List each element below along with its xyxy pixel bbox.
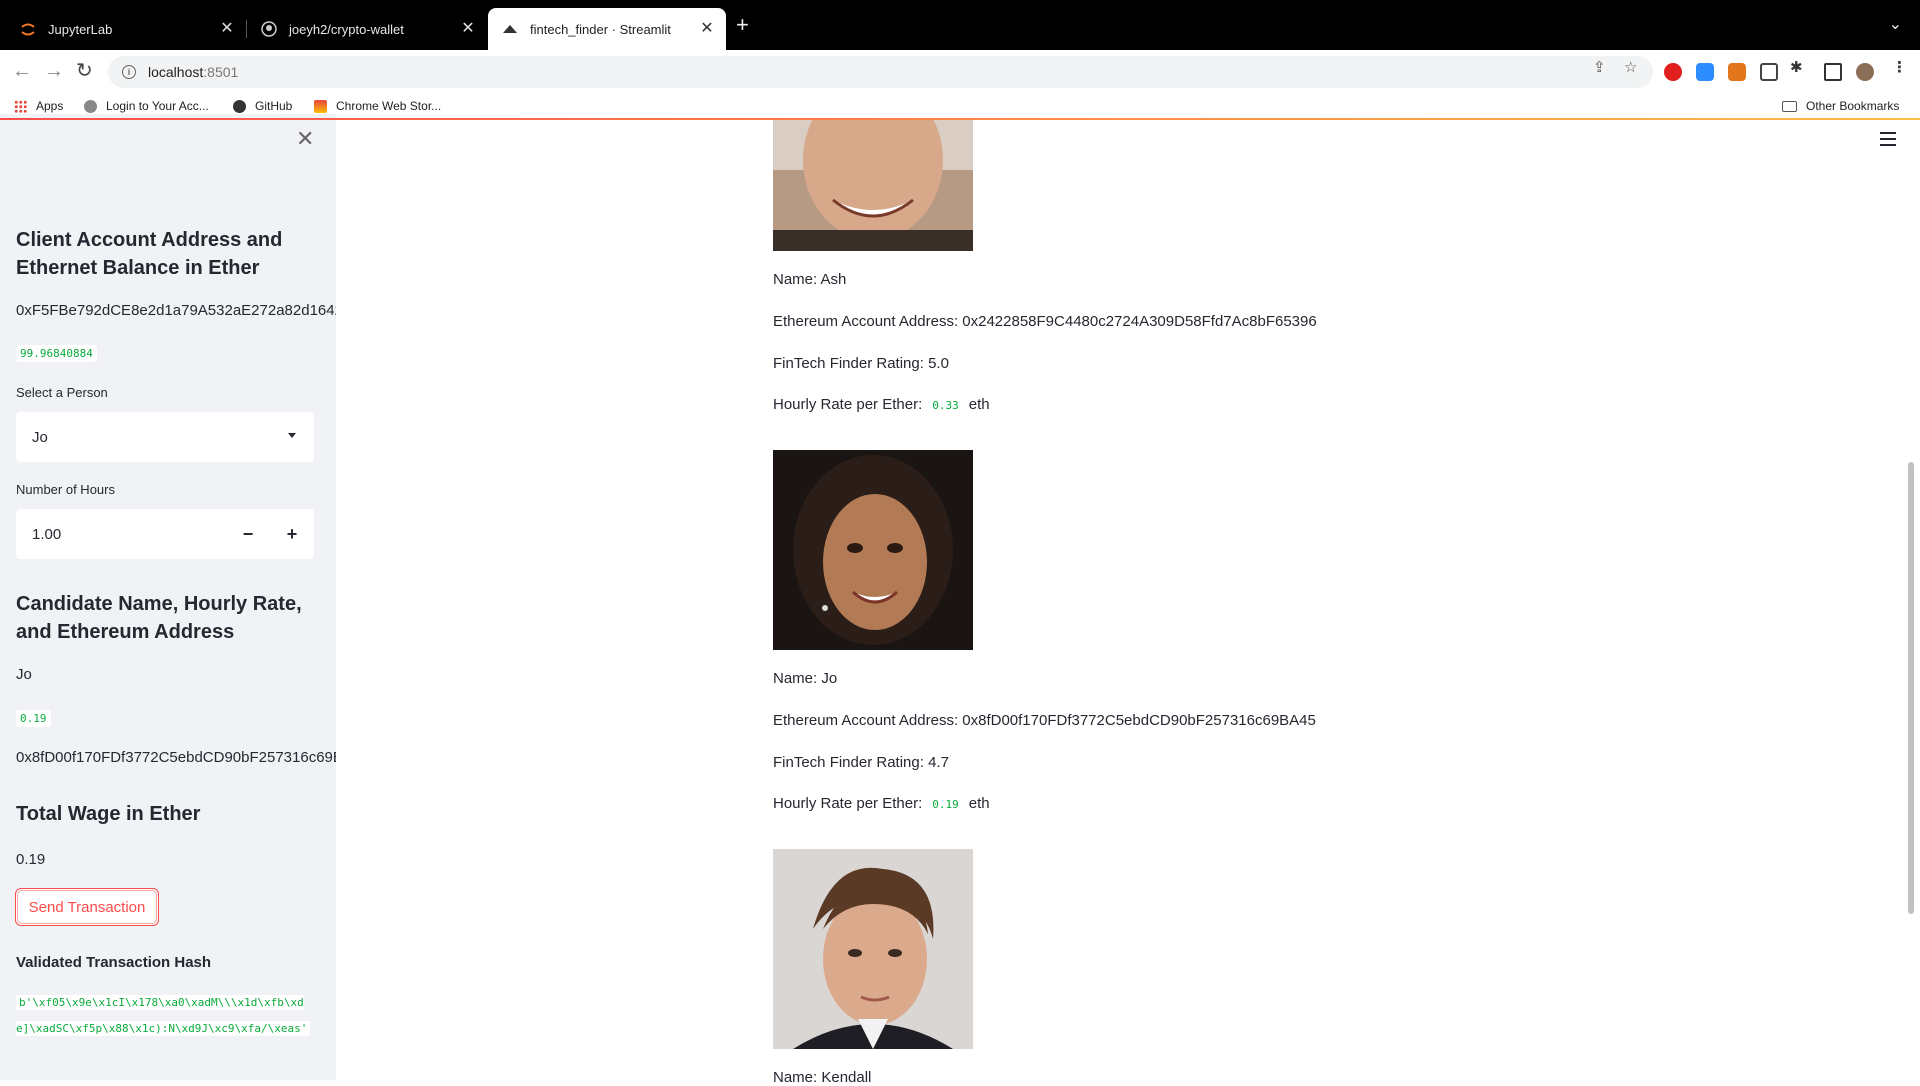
main-content: Name: Ash Ethereum Account Address: 0x24… <box>336 120 1920 1086</box>
send-transaction-button[interactable]: Send Transaction <box>15 888 159 926</box>
github-icon <box>261 21 277 37</box>
streamlit-sidebar: ✕ Client Account Address and Ethernet Ba… <box>0 114 336 1080</box>
candidate-heading: Candidate Name, Hourly Rate, and Ethereu… <box>16 593 302 643</box>
candidate-address-ash: Ethereum Account Address: 0x2422858F9C44… <box>773 313 1317 330</box>
bookmark-label: Other Bookmarks <box>1806 99 1900 113</box>
url-host: localhost <box>148 64 204 80</box>
forward-arrow-icon[interactable]: → <box>44 60 64 82</box>
dropdown-caret-icon <box>288 433 296 438</box>
account-heading: Client Account Address and Ethernet Bala… <box>16 229 283 279</box>
close-tab-icon[interactable]: ✕ <box>698 20 716 38</box>
bookmark-login[interactable]: Login to Your Acc... <box>84 96 209 116</box>
tab-fintech-finder[interactable]: fintech_finder · Streamlit ✕ <box>488 8 726 50</box>
url-port: :8501 <box>203 64 239 80</box>
candidate-address-jo: Ethereum Account Address: 0x8fD00f170FDf… <box>773 712 1316 729</box>
wage-heading: Total Wage in Ether <box>16 803 201 825</box>
balance-value: 99.96840884 <box>16 345 97 362</box>
candidate-rate-jo: Hourly Rate per Ether: 0.19 eth <box>773 795 990 813</box>
transaction-hash: b'\xf05\x9e\x1cI\x178\xa0\xadM\\\x1d\xfb… <box>16 990 316 1042</box>
site-info-icon[interactable]: i <box>122 65 136 79</box>
bookmark-other[interactable]: Other Bookmarks <box>1782 96 1899 116</box>
tab-jupyterlab[interactable]: JupyterLab ✕ <box>6 8 247 50</box>
close-tab-icon[interactable]: ✕ <box>459 20 477 38</box>
page-scrollbar[interactable] <box>1908 462 1914 914</box>
tab-search-chevron-icon[interactable]: ⌄ <box>1889 14 1902 34</box>
candidate-rating-ash: FinTech Finder Rating: 5.0 <box>773 355 949 372</box>
candidate-name: Jo <box>16 666 32 683</box>
candidate-rate-ash: Hourly Rate per Ether: 0.33 eth <box>773 396 990 414</box>
candidate-photo-kendall <box>773 849 973 1049</box>
account-address: 0xF5FBe792dCE8e2d1a79A532aE272a82d16427 <box>16 302 336 319</box>
profile-avatar[interactable] <box>1856 63 1874 81</box>
bookmark-github[interactable]: GitHub <box>233 96 292 116</box>
metamask-fox-icon[interactable] <box>1728 63 1746 81</box>
browser-menu-icon[interactable]: ⋮ <box>1892 58 1907 76</box>
candidate-rate: 0.19 <box>16 710 51 727</box>
wage-value: 0.19 <box>16 851 46 868</box>
bookmark-label: GitHub <box>255 99 293 113</box>
hash-heading: Validated Transaction Hash <box>16 954 212 971</box>
browser-tab-bar: JupyterLab ✕ joeyh2/crypto-wallet ✕ fint… <box>0 0 1920 50</box>
globe-icon <box>84 99 97 113</box>
tab-title: joeyh2/crypto-wallet <box>289 21 404 37</box>
extension-stop-icon[interactable] <box>1664 63 1682 81</box>
close-sidebar-icon[interactable]: ✕ <box>296 126 314 152</box>
bookmark-apps[interactable]: Apps <box>14 96 63 116</box>
bookmark-chrome-web-store[interactable]: Chrome Web Stor... <box>314 96 441 116</box>
bookmark-star-icon[interactable]: ☆ <box>1624 58 1637 76</box>
candidate-name-jo: Name: Jo <box>773 670 838 687</box>
candidate-name-kendall: Name: Kendall <box>773 1069 872 1086</box>
tab-title: fintech_finder · Streamlit <box>530 21 671 37</box>
streamlit-icon <box>502 21 518 37</box>
close-tab-icon[interactable]: ✕ <box>218 20 236 38</box>
tab-title: JupyterLab <box>48 21 113 37</box>
extension-zoom-icon[interactable] <box>1696 63 1714 81</box>
hours-value[interactable]: 1.00 <box>32 526 61 543</box>
person-select[interactable]: Jo <box>16 412 314 462</box>
candidate-rating-jo: FinTech Finder Rating: 4.7 <box>773 754 949 771</box>
increment-button[interactable]: + <box>270 509 314 559</box>
jupyter-icon <box>20 21 36 37</box>
decrement-button[interactable]: − <box>226 509 270 559</box>
selected-person: Jo <box>32 428 48 446</box>
select-person-label: Select a Person <box>16 385 108 400</box>
side-panel-icon[interactable] <box>1824 63 1842 81</box>
hours-number-input[interactable]: 1.00 − + <box>16 509 314 559</box>
candidate-address: 0x8fD00f170FDf3772C5ebdCD90bF257316c69B/ <box>16 749 336 766</box>
extensions-puzzle-icon[interactable]: ✱ <box>1790 58 1803 76</box>
bookmark-label: Apps <box>36 99 64 113</box>
new-tab-button[interactable]: + <box>736 14 749 36</box>
address-bar[interactable]: i localhost:8501 <box>108 56 1653 88</box>
folder-icon <box>1782 100 1797 112</box>
tab-github[interactable]: joeyh2/crypto-wallet ✕ <box>247 8 487 50</box>
github-icon <box>233 99 246 113</box>
reload-icon[interactable]: ↻ <box>76 60 93 82</box>
apps-grid-icon <box>14 99 27 113</box>
bookmark-label: Chrome Web Stor... <box>336 99 442 113</box>
chrome-web-store-icon <box>314 99 327 113</box>
candidate-photo-ash <box>773 120 973 251</box>
rate-value: 0.19 <box>928 796 963 813</box>
share-icon[interactable]: ⇪ <box>1593 58 1606 76</box>
extension-cube-icon[interactable] <box>1760 63 1778 81</box>
streamlit-decoration-bar <box>0 118 1920 120</box>
back-arrow-icon[interactable]: ← <box>12 60 32 82</box>
bookmark-label: Login to Your Acc... <box>106 99 209 113</box>
browser-toolbar: ← → ↻ i localhost:8501 ⇪ ☆ ✱ ⋮ <box>0 50 1920 94</box>
candidate-name-ash: Name: Ash <box>773 271 847 288</box>
candidate-photo-jo <box>773 450 973 650</box>
rate-value: 0.33 <box>928 397 963 414</box>
hamburger-menu-icon[interactable] <box>1880 132 1896 150</box>
hours-label: Number of Hours <box>16 482 115 497</box>
